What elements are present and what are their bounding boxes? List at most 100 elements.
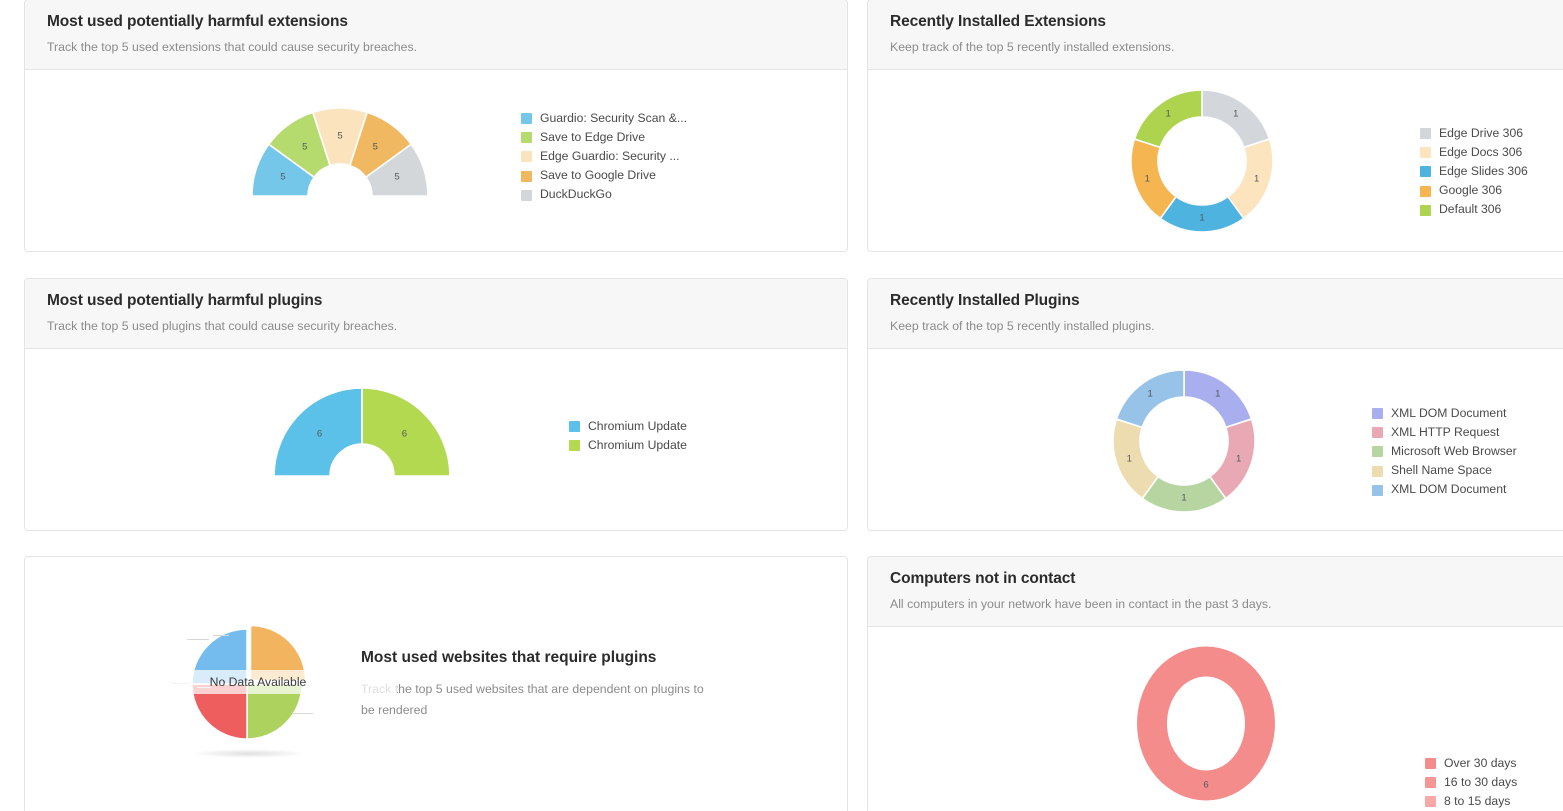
legend-item[interactable]: Chromium Update bbox=[569, 438, 687, 454]
gauge-chart: 66 bbox=[267, 378, 457, 478]
pie-slice[interactable] bbox=[274, 388, 362, 476]
donut-chart: 6 bbox=[1136, 646, 1276, 801]
card-header: Computers not in contact All computers i… bbox=[868, 557, 1563, 627]
card-header: Recently Installed Plugins Keep track of… bbox=[868, 279, 1563, 349]
chart-recent-extensions: 11111 Edge Drive 306 Edge Docs 306 Edge Sl… bbox=[868, 70, 1563, 249]
decorative-tick bbox=[213, 635, 229, 636]
pie-slice[interactable] bbox=[1184, 370, 1252, 427]
card-harmful-plugins: Most used potentially harmful plugins Tr… bbox=[24, 278, 848, 531]
legend-item[interactable]: Google 306 bbox=[1420, 183, 1528, 199]
legend-swatch bbox=[521, 171, 532, 182]
legend-label: Save to Google Drive bbox=[540, 168, 656, 184]
legend-item[interactable]: Edge Drive 306 bbox=[1420, 126, 1528, 142]
legend-label: Shell Name Space bbox=[1391, 463, 1492, 479]
card-computers-not-in-contact: Computers not in contact All computers i… bbox=[867, 556, 1563, 811]
legend-swatch bbox=[1372, 408, 1383, 419]
legend-swatch bbox=[1372, 485, 1383, 496]
card-recent-extensions: Recently Installed Extensions Keep track… bbox=[867, 0, 1563, 252]
card-title: Recently Installed Plugins bbox=[890, 292, 1563, 311]
legend-swatch bbox=[521, 190, 532, 201]
pie-slice[interactable] bbox=[1113, 419, 1158, 498]
pie-slice[interactable] bbox=[1116, 370, 1184, 427]
legend-item[interactable]: XML DOM Document bbox=[1372, 406, 1517, 422]
pie-slice[interactable] bbox=[1134, 90, 1202, 147]
card-subtitle: Keep track of the top 5 recently install… bbox=[890, 40, 1563, 55]
legend-swatch bbox=[1425, 777, 1436, 788]
empty-state-text: Most used websites that require plugins … bbox=[351, 649, 716, 721]
chart-harmful-extensions: 55555 Guardio: Security Scan &...Save to… bbox=[25, 70, 847, 249]
chart-harmful-plugins: 66 Chromium Update Chromium Update bbox=[25, 349, 847, 528]
legend-item[interactable]: Shell Name Space bbox=[1372, 463, 1517, 479]
card-title: Most used potentially harmful plugins bbox=[47, 292, 825, 311]
legend-label: Microsoft Web Browser bbox=[1391, 444, 1517, 460]
legend-swatch bbox=[569, 440, 580, 451]
legend-item[interactable]: Edge Docs 306 bbox=[1420, 145, 1528, 161]
legend-swatch bbox=[569, 421, 580, 432]
card-body: 11111 Edge Drive 306 Edge Docs 306 Edge Sl… bbox=[868, 70, 1563, 249]
legend-label: 8 to 15 days bbox=[1444, 794, 1510, 810]
legend-item[interactable]: Over 30 days bbox=[1425, 756, 1517, 772]
chart-legend: Edge Drive 306 Edge Docs 306 Edge Slides 3… bbox=[1420, 126, 1528, 218]
legend-label: Default 306 bbox=[1439, 202, 1501, 218]
legend-item[interactable]: Default 306 bbox=[1420, 202, 1528, 218]
legend-item[interactable]: XML HTTP Request bbox=[1372, 425, 1517, 441]
legend-item[interactable]: Microsoft Web Browser bbox=[1372, 444, 1517, 460]
chart-computers-not-in-contact: 6 Over 30 days16 to 30 days8 to 15 days4… bbox=[868, 627, 1563, 811]
legend-swatch bbox=[1425, 758, 1436, 769]
legend-swatch bbox=[1372, 446, 1383, 457]
card-header: Recently Installed Extensions Keep track… bbox=[868, 0, 1563, 70]
legend-label: Chromium Update bbox=[588, 419, 687, 435]
legend-label: Guardio: Security Scan &... bbox=[540, 111, 687, 127]
donut-chart: 11111 bbox=[1112, 369, 1256, 513]
legend-label: Edge Slides 306 bbox=[1439, 164, 1528, 180]
legend-item[interactable]: Guardio: Security Scan &... bbox=[521, 111, 687, 127]
legend-item[interactable]: Chromium Update bbox=[569, 419, 687, 435]
pie-slice[interactable] bbox=[1137, 646, 1275, 800]
card-body: 66 Chromium Update Chromium Update bbox=[25, 349, 847, 528]
card-body: 55555 Guardio: Security Scan &...Save to… bbox=[25, 70, 847, 249]
chart-legend: Chromium Update Chromium Update bbox=[569, 419, 687, 454]
legend-item[interactable]: DuckDuckGo bbox=[521, 187, 687, 203]
legend-label: Edge Guardio: Security ... bbox=[540, 149, 680, 165]
no-data-label: No Data Available bbox=[119, 670, 397, 694]
legend-swatch bbox=[1425, 796, 1436, 807]
pie-slice[interactable] bbox=[362, 388, 450, 476]
legend-label: XML DOM Document bbox=[1391, 406, 1506, 422]
legend-item[interactable]: 8 to 15 days bbox=[1425, 794, 1517, 810]
dashboard-grid: Most used potentially harmful extensions… bbox=[0, 0, 1563, 811]
donut-chart: 11111 bbox=[1130, 89, 1274, 233]
legend-label: DuckDuckGo bbox=[540, 187, 612, 203]
legend-item[interactable]: Edge Guardio: Security ... bbox=[521, 149, 687, 165]
card-subtitle: Keep track of the top 5 recently install… bbox=[890, 319, 1563, 334]
legend-swatch bbox=[1420, 128, 1431, 139]
legend-item[interactable]: 16 to 30 days bbox=[1425, 775, 1517, 791]
card-recent-plugins: Recently Installed Plugins Keep track of… bbox=[867, 278, 1563, 531]
legend-item[interactable]: Edge Slides 306 bbox=[1420, 164, 1528, 180]
legend-swatch bbox=[1420, 166, 1431, 177]
card-harmful-extensions: Most used potentially harmful extensions… bbox=[24, 0, 848, 252]
chart-legend: XML DOM Document XML HTTP Request Microsof… bbox=[1372, 406, 1517, 498]
legend-swatch bbox=[1372, 466, 1383, 477]
legend-swatch bbox=[1420, 186, 1431, 197]
legend-item[interactable]: XML DOM Document bbox=[1372, 482, 1517, 498]
pie-slice[interactable] bbox=[1202, 90, 1270, 147]
card-subtitle: All computers in your network have been … bbox=[890, 597, 1563, 612]
decorative-tick bbox=[187, 639, 209, 640]
card-header: Most used potentially harmful plugins Tr… bbox=[25, 279, 847, 349]
card-title: Recently Installed Extensions bbox=[890, 13, 1563, 32]
legend-swatch bbox=[1420, 205, 1431, 216]
empty-state: No Data Available Most used websites tha… bbox=[25, 557, 847, 811]
legend-label: Google 306 bbox=[1439, 183, 1502, 199]
legend-label: Save to Edge Drive bbox=[540, 130, 645, 146]
legend-item[interactable]: Save to Google Drive bbox=[521, 168, 687, 184]
decorative-tick bbox=[293, 713, 313, 714]
pie-shadow bbox=[191, 749, 307, 758]
legend-label: Chromium Update bbox=[588, 438, 687, 454]
legend-label: Over 30 days bbox=[1444, 756, 1516, 772]
legend-label: 16 to 30 days bbox=[1444, 775, 1517, 791]
legend-label: Edge Drive 306 bbox=[1439, 126, 1523, 142]
chart-legend: Over 30 days16 to 30 days8 to 15 days4 t… bbox=[1425, 756, 1517, 811]
legend-item[interactable]: Save to Edge Drive bbox=[521, 130, 687, 146]
card-title: Most used potentially harmful extensions bbox=[47, 13, 825, 32]
pie-slice[interactable] bbox=[1131, 139, 1176, 218]
